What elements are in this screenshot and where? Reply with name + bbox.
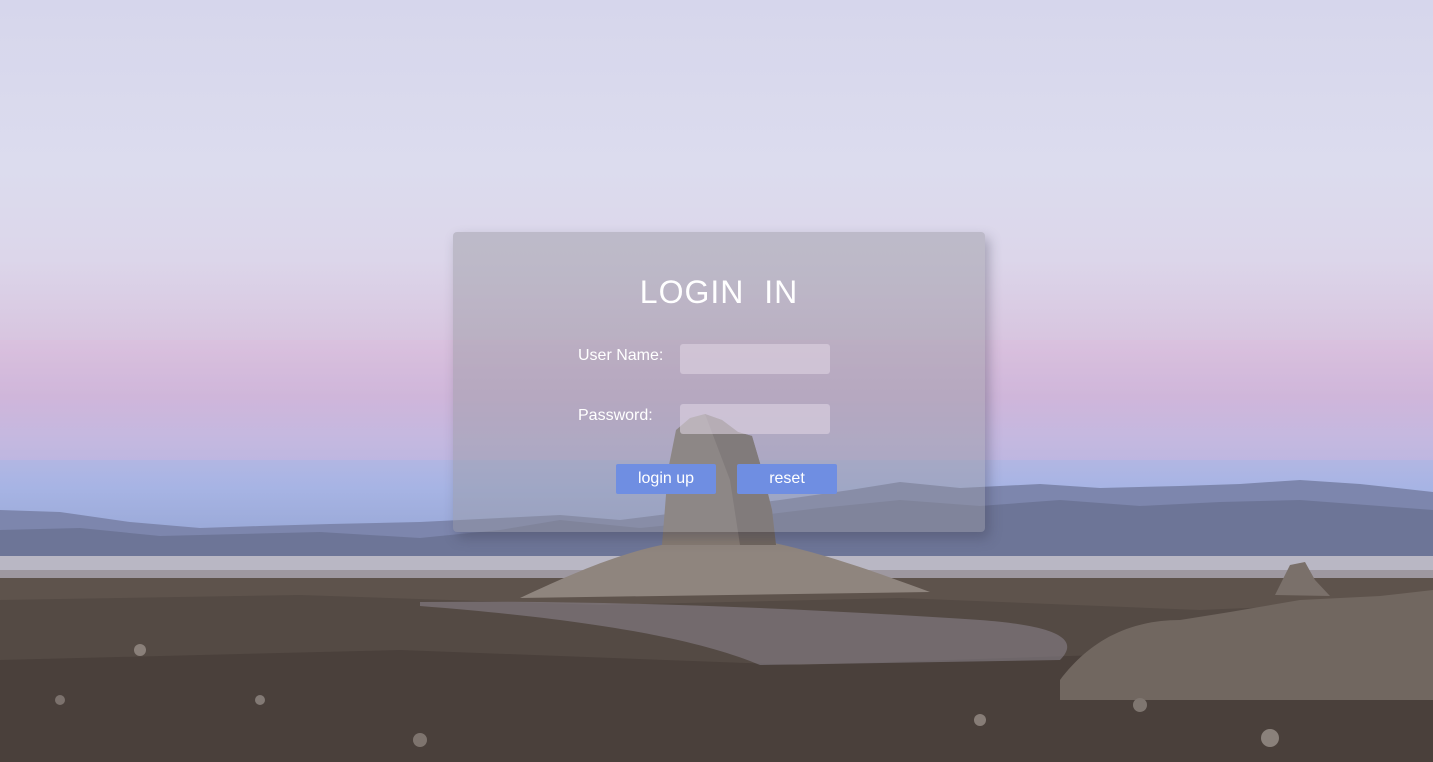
password-row: Password: — [578, 404, 830, 434]
login-button[interactable]: login up — [616, 464, 716, 494]
username-row: User Name: — [578, 344, 830, 374]
login-title: LOGIN IN — [639, 274, 799, 310]
password-input[interactable] — [680, 404, 830, 434]
login-page: LOGIN IN User Name: Password: login up r… — [0, 0, 1433, 762]
username-input[interactable] — [680, 344, 830, 374]
password-label: Password: — [578, 407, 653, 424]
username-label: User Name: — [578, 347, 664, 364]
login-panel: LOGIN IN User Name: Password: login up r… — [453, 232, 985, 532]
reset-button[interactable]: reset — [737, 464, 837, 494]
